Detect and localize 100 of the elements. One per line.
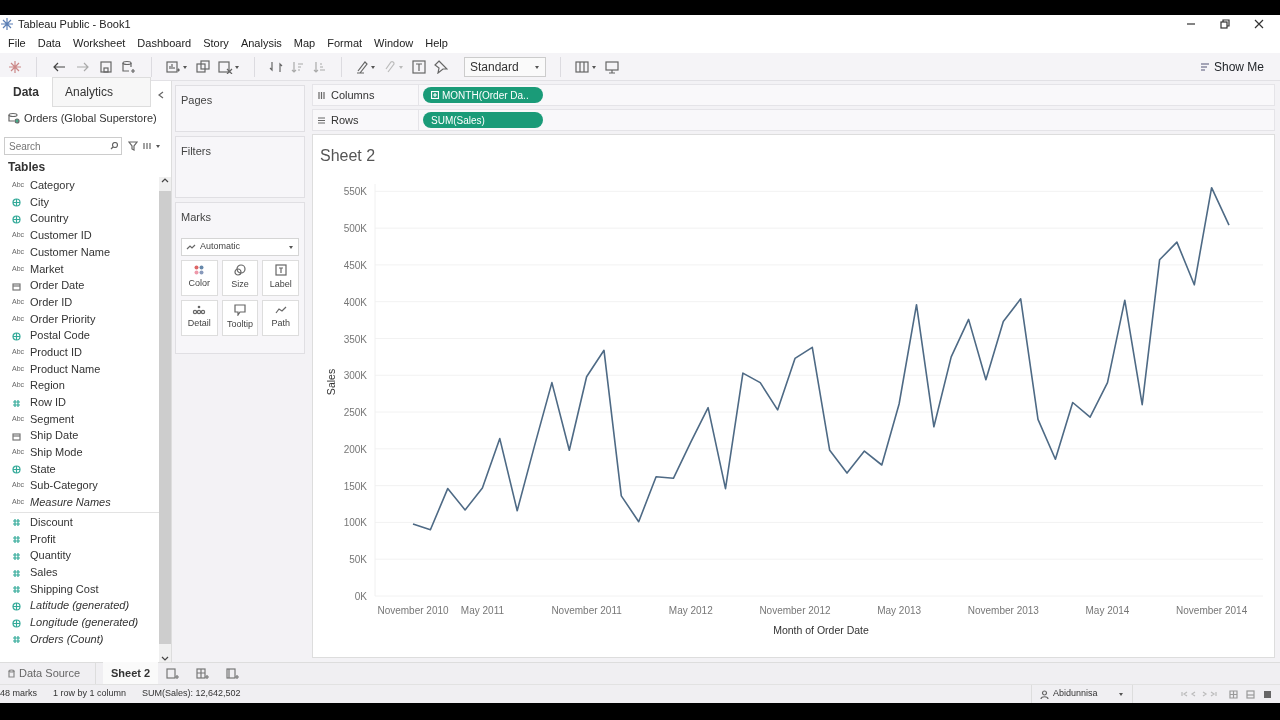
- field-name[interactable]: Postal Code: [30, 327, 90, 344]
- card-title: Marks: [181, 210, 212, 225]
- datasource-name[interactable]: Orders (Global Superstore): [24, 109, 157, 127]
- sort-descending-icon[interactable]: [313, 59, 327, 74]
- field-name[interactable]: Customer ID: [30, 227, 92, 244]
- collapse-icon[interactable]: [157, 91, 165, 99]
- field-pill[interactable]: SUM(Sales): [423, 112, 543, 128]
- field-name[interactable]: Ship Date: [30, 427, 79, 444]
- field-name[interactable]: Shipping Cost: [30, 580, 99, 598]
- field-name[interactable]: Profit: [30, 530, 56, 548]
- columns-icon: [317, 90, 326, 100]
- menu-item[interactable]: Worksheet: [73, 34, 126, 52]
- field-name[interactable]: Orders (Count): [30, 630, 104, 648]
- field-name[interactable]: Category: [30, 177, 75, 194]
- field-name[interactable]: Measure Names: [30, 494, 111, 511]
- caret-icon: [288, 243, 294, 250]
- duplicate-icon[interactable]: [196, 59, 210, 74]
- field-name[interactable]: Order Date: [30, 277, 85, 294]
- field-name[interactable]: State: [30, 460, 56, 478]
- globe-icon: [12, 198, 21, 208]
- pane-tab[interactable]: Analytics: [52, 77, 151, 107]
- field-name[interactable]: Region: [30, 377, 65, 394]
- field-name[interactable]: City: [30, 193, 49, 211]
- save-icon[interactable]: [99, 59, 113, 74]
- tab-view-icon[interactable]: [1263, 689, 1272, 699]
- swap-icon[interactable]: [269, 59, 283, 74]
- sort-ascending-icon[interactable]: [291, 59, 305, 74]
- user-icon: [1040, 689, 1049, 699]
- field-name[interactable]: Product ID: [30, 343, 82, 361]
- new-sheet-icon[interactable]: [166, 668, 181, 681]
- database-icon: [8, 669, 15, 678]
- hash-icon: [12, 398, 21, 408]
- snowflake-icon[interactable]: [8, 59, 22, 74]
- scrollbar-thumb[interactable]: [159, 191, 171, 644]
- pin-icon[interactable]: [434, 59, 448, 74]
- close-icon[interactable]: [1254, 19, 1264, 29]
- field-name[interactable]: Row ID: [30, 394, 67, 411]
- presentation-icon[interactable]: [605, 59, 619, 74]
- y-tick-label: 550K: [343, 186, 367, 198]
- grid-view-icon[interactable]: [1229, 689, 1238, 699]
- field-name[interactable]: Order ID: [30, 293, 73, 311]
- text-label-icon[interactable]: [412, 59, 426, 74]
- mark-button[interactable]: Label: [262, 259, 299, 296]
- field-name[interactable]: Country: [30, 210, 69, 227]
- menu-item[interactable]: File: [8, 34, 26, 52]
- show-me-button[interactable]: Show Me: [1199, 57, 1264, 76]
- field-name[interactable]: Sub-Category: [30, 477, 98, 494]
- x-tick-label: May 2014: [1085, 605, 1130, 616]
- new-dashboard-icon[interactable]: [196, 668, 211, 681]
- field-name[interactable]: Longitude (generated): [30, 613, 139, 631]
- y-tick-label: 200K: [343, 443, 367, 455]
- mark-button[interactable]: Path: [262, 299, 299, 336]
- field-name[interactable]: Segment: [30, 410, 75, 428]
- mark-button[interactable]: Color: [181, 259, 218, 296]
- field-name[interactable]: Market: [30, 260, 64, 278]
- mark-type-dropdown[interactable]: Automatic: [181, 237, 299, 256]
- fit-dropdown[interactable]: Standard: [464, 56, 546, 77]
- menu-item[interactable]: Format: [327, 34, 363, 52]
- film-view-icon[interactable]: [1246, 689, 1255, 699]
- new-story-icon[interactable]: [226, 668, 241, 681]
- menu-item[interactable]: Help: [425, 34, 448, 52]
- restore-icon[interactable]: [1220, 19, 1230, 29]
- menu-item[interactable]: Map: [293, 34, 316, 52]
- field-name[interactable]: Customer Name: [30, 243, 111, 261]
- field-name[interactable]: Discount: [30, 513, 73, 531]
- field-name[interactable]: Ship Mode: [30, 444, 83, 461]
- menu-item[interactable]: Story: [203, 34, 229, 52]
- menu-item[interactable]: Window: [374, 34, 414, 52]
- hash-icon: [12, 585, 21, 595]
- app-logo-icon: [0, 17, 14, 31]
- mark-button[interactable]: Detail: [181, 299, 218, 336]
- field-name[interactable]: Quantity: [30, 547, 71, 564]
- chart-plus-icon[interactable]: [166, 59, 188, 74]
- x-tick-label: May 2013: [877, 605, 922, 616]
- x-axis-title: Month of Order Date: [773, 624, 869, 636]
- highlighter-icon[interactable]: [356, 59, 376, 74]
- search-field[interactable]: Search: [4, 137, 122, 155]
- window-title: Tableau Public - Book1: [18, 16, 131, 32]
- menu-item[interactable]: Data: [37, 34, 61, 52]
- caret-icon: [534, 63, 540, 70]
- mark-button[interactable]: Size: [221, 259, 259, 296]
- filter-icon[interactable]: [128, 141, 138, 151]
- clear-sheet-icon[interactable]: [218, 59, 240, 74]
- x-tick-label: May 2012: [668, 605, 713, 616]
- field-name[interactable]: Order Priority: [30, 310, 96, 328]
- field-name[interactable]: Product Name: [30, 360, 101, 378]
- field-name[interactable]: Latitude (generated): [30, 597, 130, 614]
- database-plus-icon[interactable]: [121, 59, 137, 74]
- mark-button[interactable]: Tooltip: [221, 299, 259, 336]
- paperclip-icon[interactable]: [384, 59, 404, 74]
- sheet-tab[interactable]: Sheet 2: [103, 662, 159, 685]
- menu-item[interactable]: Dashboard: [137, 34, 192, 52]
- card-title: Pages: [181, 93, 214, 108]
- chart-grid-icon[interactable]: [575, 59, 597, 74]
- scroll-up-icon[interactable]: [161, 177, 169, 183]
- field-name[interactable]: Sales: [30, 563, 58, 581]
- field-pill[interactable]: MONTH(Order Da..: [423, 87, 543, 103]
- menu-item[interactable]: Analysis: [240, 34, 282, 52]
- scroll-down-icon[interactable]: [161, 656, 169, 662]
- view-options-icon[interactable]: [142, 141, 162, 151]
